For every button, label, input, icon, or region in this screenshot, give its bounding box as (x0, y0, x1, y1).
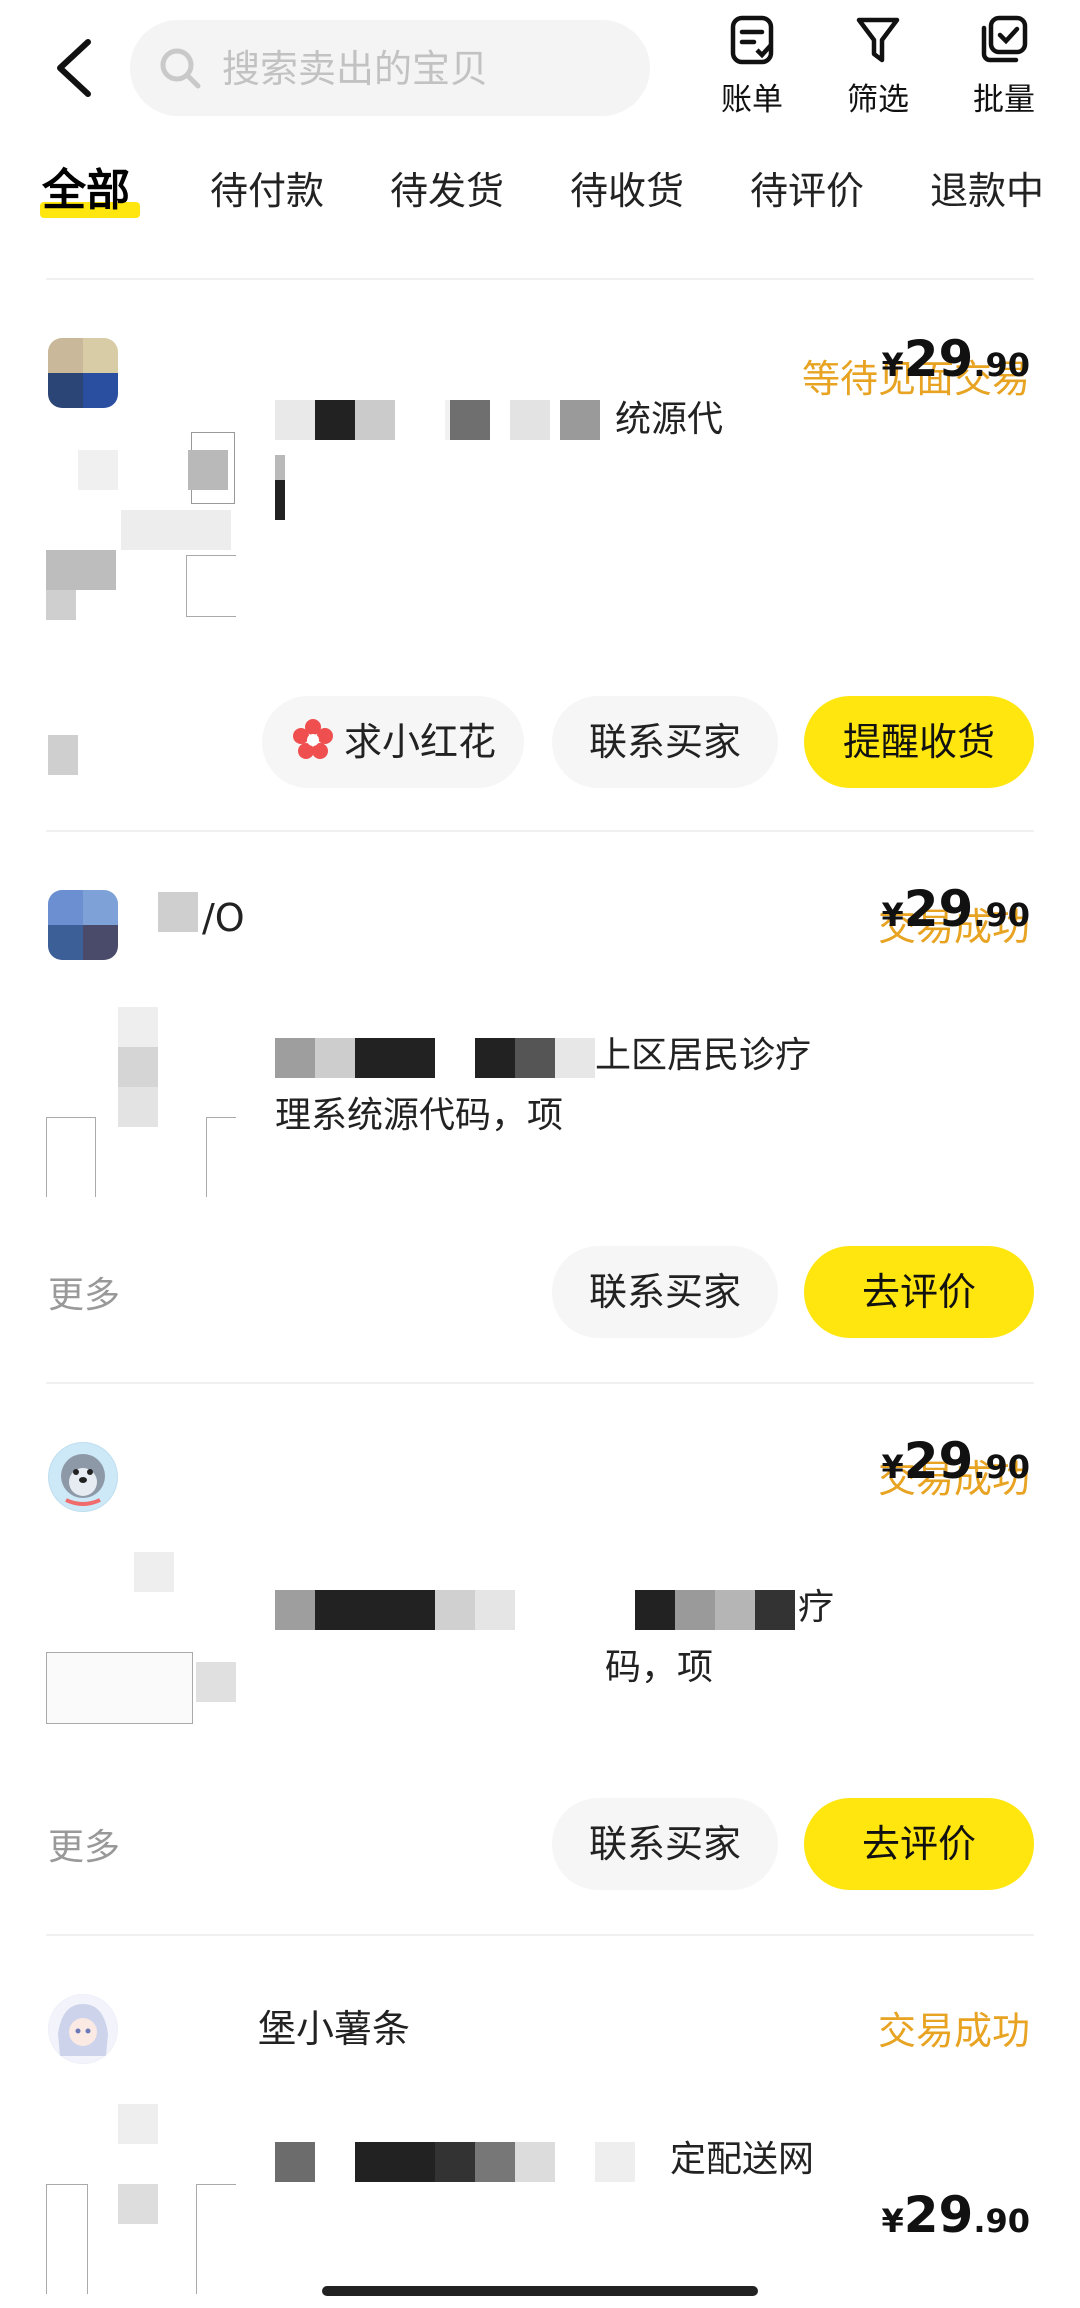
anime-avatar-icon (49, 1995, 117, 2063)
price-decimal: .90 (973, 1448, 1030, 1486)
order-card[interactable]: 交易成功 疗 码，项 ¥29.90 更多 联系买家 去评价 (0, 1384, 1080, 1934)
price-currency: ¥ (881, 346, 904, 384)
tab-pending-review[interactable]: 待评价 (750, 160, 864, 215)
price-integer: 29 (903, 1432, 974, 1490)
contact-buyer-button[interactable]: 联系买家 (552, 696, 778, 788)
tab-pending-payment[interactable]: 待付款 (210, 160, 324, 215)
buyer-avatar[interactable] (48, 890, 118, 960)
review-button[interactable]: 去评价 (804, 1246, 1034, 1338)
bill-label: 账单 (721, 82, 783, 118)
product-thumbnail[interactable] (46, 2104, 236, 2294)
title-line-1: 定配送网 (670, 2139, 815, 2180)
price-currency: ¥ (881, 896, 904, 934)
contact-buyer-button[interactable]: 联系买家 (552, 1798, 778, 1890)
product-title[interactable]: 疗 码，项 (275, 1584, 865, 1704)
order-card[interactable]: 等待见面交易 统源代 ¥29.90 求小红花 联系买家 提醒收货 (0, 280, 1080, 830)
ask-flower-label: 求小红花 (343, 720, 496, 764)
product-title[interactable]: 上区居民诊疗 理系统源代码，项 (275, 1032, 865, 1152)
tab-all[interactable]: 全部 (42, 154, 130, 218)
filter-button[interactable]: 筛选 (823, 14, 933, 124)
order-card[interactable]: 堡小薯条 交易成功 定配送网 ¥29.90 (0, 1936, 1080, 2308)
product-title[interactable]: 定配送网 (275, 2136, 865, 2246)
product-thumbnail[interactable] (46, 1552, 236, 1742)
price-decimal: .90 (973, 346, 1030, 384)
buyer-name[interactable]: 堡小薯条 (258, 1998, 410, 2053)
price-integer: 29 (903, 330, 974, 388)
batch-icon (981, 15, 1028, 63)
filter-icon (856, 17, 900, 63)
bill-button[interactable]: 账单 (697, 14, 807, 124)
price-decimal: .90 (973, 2202, 1030, 2240)
search-input[interactable] (220, 20, 634, 118)
filter-label: 筛选 (847, 82, 909, 118)
buyer-avatar[interactable] (48, 1442, 118, 1512)
order-price: ¥29.90 (881, 2186, 1030, 2244)
batch-label: 批量 (973, 82, 1035, 118)
tab-pending-shipment[interactable]: 待发货 (390, 160, 504, 215)
buyer-name[interactable]: /O (202, 896, 245, 940)
title-line-2: 码，项 (605, 1647, 714, 1688)
order-tabs: 全部 待付款 待发货 待收货 待评价 退款中 (0, 150, 1080, 240)
top-bar: 账单 筛选 批量 (0, 0, 1080, 140)
flower-icon (292, 719, 333, 759)
order-status: 交易成功 (877, 2009, 1030, 2053)
back-button[interactable] (50, 36, 100, 100)
more-link[interactable]: 更多 (48, 1266, 120, 1318)
tab-pending-receipt[interactable]: 待收货 (570, 160, 684, 215)
product-title[interactable]: 统源代 (275, 340, 865, 540)
bill-icon (730, 15, 774, 65)
buyer-avatar[interactable] (48, 1994, 118, 2064)
title-line-1: 疗 (798, 1587, 835, 1628)
order-price: ¥29.90 (881, 330, 1030, 388)
product-thumbnail[interactable] (46, 1007, 236, 1197)
search-bar[interactable] (130, 20, 650, 118)
title-line-1: 统源代 (615, 399, 724, 440)
remind-receipt-button[interactable]: 提醒收货 (804, 696, 1034, 788)
more-link[interactable]: 更多 (48, 1818, 120, 1870)
batch-button[interactable]: 批量 (949, 14, 1059, 124)
price-currency: ¥ (881, 2202, 904, 2240)
ask-flower-button[interactable]: 求小红花 (262, 696, 524, 788)
buyer-avatar[interactable] (48, 338, 118, 408)
price-currency: ¥ (881, 1448, 904, 1486)
order-price: ¥29.90 (881, 1432, 1030, 1490)
order-price: ¥29.90 (881, 880, 1030, 938)
seal-avatar-icon (49, 1443, 117, 1511)
price-integer: 29 (903, 880, 974, 938)
chevron-left-icon (57, 39, 91, 97)
title-line-2: 理系统源代码，项 (275, 1095, 564, 1136)
price-integer: 29 (903, 2186, 974, 2244)
search-icon (160, 48, 201, 89)
review-button[interactable]: 去评价 (804, 1798, 1034, 1890)
title-line-1: 上区居民诊疗 (595, 1035, 812, 1076)
price-decimal: .90 (973, 896, 1030, 934)
contact-buyer-button[interactable]: 联系买家 (552, 1246, 778, 1338)
tab-refunding[interactable]: 退款中 (930, 160, 1044, 215)
home-indicator[interactable] (322, 2286, 758, 2296)
order-card[interactable]: /O 交易成功 上区居民诊疗 理系统源代码，项 ¥29.90 更多 联系买家 去… (0, 832, 1080, 1382)
